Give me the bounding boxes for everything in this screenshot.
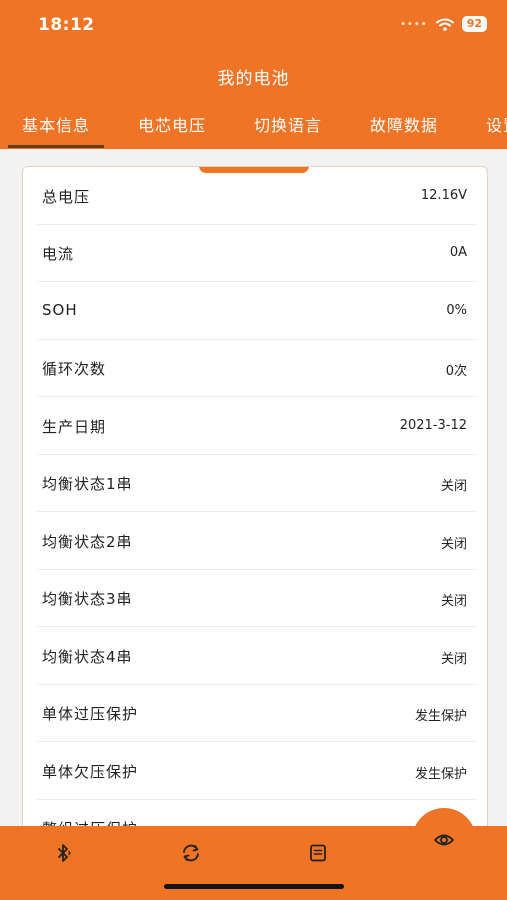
tab-fault-data[interactable]: 故障数据	[370, 112, 438, 136]
row-label: 单体过压保护	[42, 705, 139, 723]
page-title: 我的电池	[217, 69, 290, 89]
row-label: 均衡状态2串	[42, 533, 133, 551]
tab-switch-language[interactable]: 切换语言	[254, 112, 322, 136]
info-row: 均衡状态2串 关闭	[37, 512, 477, 570]
row-value: 0A	[449, 245, 467, 260]
battery-info-card: 总电压 12.16V 电流 0A SOH 0% 循环次数 0次 生产日期 202…	[22, 166, 488, 868]
row-value: 关闭	[440, 652, 467, 667]
view-toggle-button[interactable]	[412, 808, 476, 872]
row-value: 关闭	[440, 479, 467, 494]
wifi-icon	[435, 18, 454, 31]
status-icons: •••• 92	[400, 16, 487, 32]
info-row: 生产日期 2021-3-12	[37, 397, 477, 455]
row-value: 发生保护	[414, 767, 467, 782]
info-row: 单体欠压保护 发生保护	[37, 742, 477, 800]
app-header: 18:12 •••• 92 我的电池 基本信息 电芯电压 切换语言 故障数据 设…	[0, 0, 507, 149]
row-label: 均衡状态1串	[42, 475, 133, 493]
battery-icon: 92	[461, 16, 487, 32]
info-row: 循环次数 0次	[37, 339, 477, 397]
info-row: 均衡状态1串 关闭	[37, 454, 477, 512]
eye-icon	[434, 834, 454, 846]
row-value: 发生保护	[414, 709, 467, 724]
row-value: 12.16V	[420, 188, 467, 203]
tab-basic-info[interactable]: 基本信息	[7, 112, 105, 148]
info-row: 均衡状态4串 关闭	[37, 627, 477, 685]
row-value: 关闭	[440, 594, 467, 609]
row-label: SOH	[42, 301, 78, 319]
home-indicator	[164, 884, 344, 889]
signal-icon: ••••	[400, 18, 428, 30]
document-icon[interactable]	[307, 842, 329, 864]
info-row: SOH 0%	[37, 282, 477, 340]
row-value: 2021-3-12	[399, 418, 467, 433]
tab-cell-voltage[interactable]: 电芯电压	[138, 112, 206, 136]
row-label: 均衡状态3串	[42, 590, 133, 608]
bluetooth-icon[interactable]	[52, 842, 74, 864]
info-row: 电流 0A	[37, 224, 477, 282]
row-value: 0%	[446, 303, 467, 318]
row-label: 生产日期	[42, 418, 107, 436]
row-label: 循环次数	[42, 360, 107, 378]
row-label: 总电压	[42, 188, 91, 206]
status-time: 18:12	[38, 15, 95, 35]
tab-settings[interactable]: 设置	[486, 112, 507, 136]
row-label: 电流	[42, 245, 75, 263]
refresh-icon[interactable]	[180, 842, 202, 864]
row-value: 0次	[445, 364, 467, 379]
row-label: 均衡状态4串	[42, 648, 133, 666]
info-row: 单体过压保护 发生保护	[37, 684, 477, 742]
info-row: 总电压 12.16V	[37, 167, 477, 225]
tab-bar: 基本信息 电芯电压 切换语言 故障数据 设置	[0, 112, 507, 149]
info-row: 均衡状态3串 关闭	[37, 569, 477, 627]
status-bar: 18:12 •••• 92	[0, 0, 507, 50]
row-label: 单体欠压保护	[42, 763, 139, 781]
row-value: 关闭	[440, 537, 467, 552]
